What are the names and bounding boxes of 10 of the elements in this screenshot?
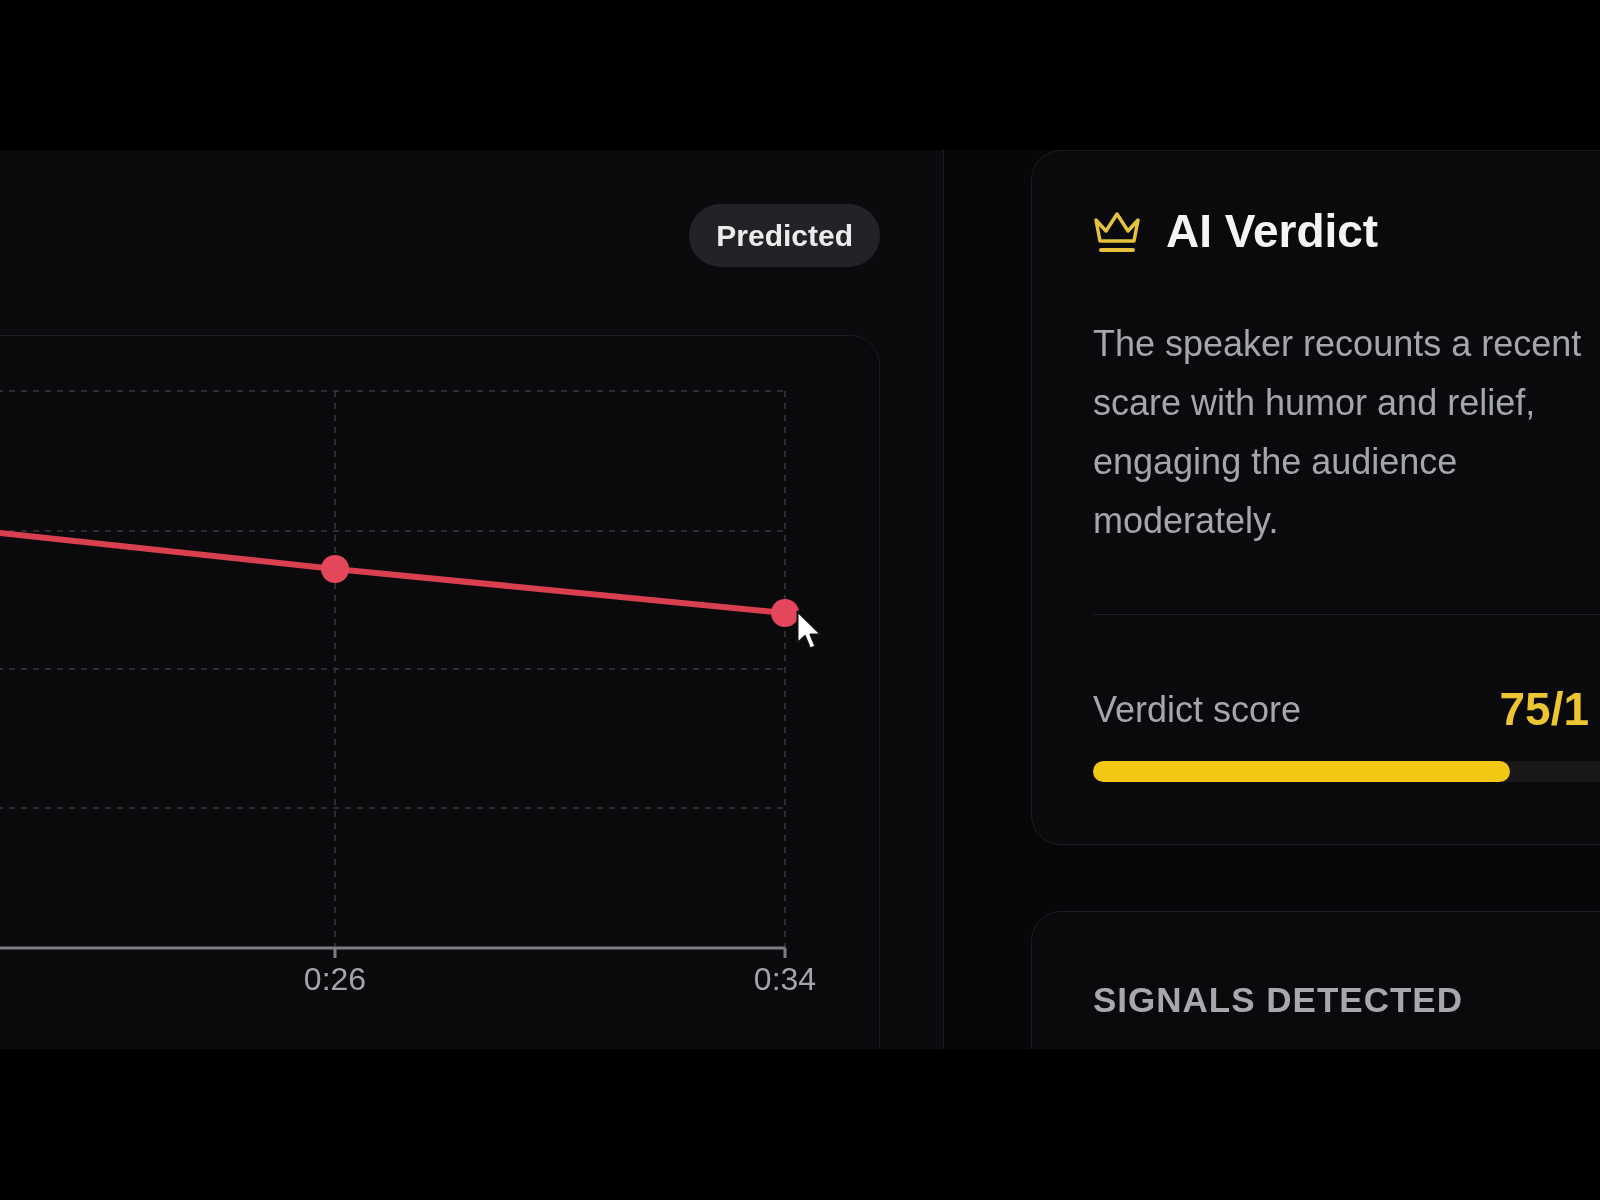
- chart-mode-badge: Predicted: [689, 204, 880, 267]
- axis-tick-label: 0:34: [753, 961, 817, 998]
- crown-icon: [1093, 210, 1141, 253]
- axis-tick-label: 0:26: [303, 961, 367, 998]
- mouse-pointer-icon: [796, 610, 823, 651]
- score-value: 75/1: [1499, 683, 1589, 736]
- section-heading: SIGNALS DETECTED: [1093, 980, 1463, 1020]
- score-label: Verdict score: [1093, 688, 1302, 732]
- card-title: AI Verdict: [1166, 205, 1379, 258]
- verdict-summary: The speaker recounts a recent scare with humor and relief, engaging the audience moderately.: [1093, 322, 1583, 543]
